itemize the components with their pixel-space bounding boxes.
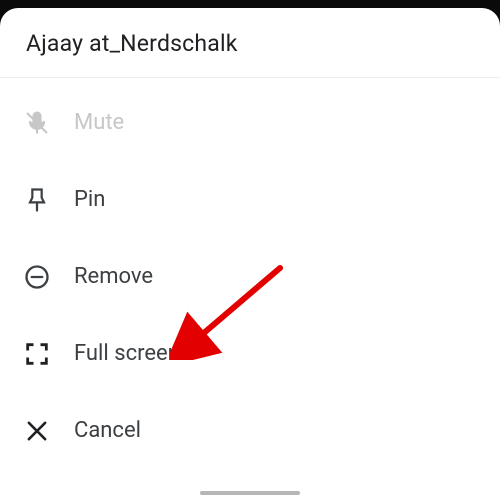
sheet-header: Ajaay at_Nerdschalk bbox=[0, 8, 500, 78]
mute-icon bbox=[22, 108, 52, 138]
pin-action[interactable]: Pin bbox=[0, 161, 500, 238]
pin-icon bbox=[22, 185, 52, 215]
mute-action: Mute bbox=[0, 84, 500, 161]
menu-item-label: Full screen bbox=[74, 341, 180, 366]
fullscreen-action[interactable]: Full screen bbox=[0, 315, 500, 392]
menu-item-label: Cancel bbox=[74, 418, 141, 443]
participant-name: Ajaay at_Nerdschalk bbox=[26, 30, 474, 57]
menu-item-label: Mute bbox=[74, 110, 124, 135]
remove-icon bbox=[22, 262, 52, 292]
fullscreen-icon bbox=[22, 339, 52, 369]
home-indicator bbox=[200, 491, 300, 495]
cancel-action[interactable]: Cancel bbox=[0, 392, 500, 469]
close-icon bbox=[22, 416, 52, 446]
menu-list: Mute Pin Remove bbox=[0, 78, 500, 469]
menu-item-label: Pin bbox=[74, 187, 105, 212]
menu-item-label: Remove bbox=[74, 264, 153, 289]
remove-action[interactable]: Remove bbox=[0, 238, 500, 315]
action-sheet: Ajaay at_Nerdschalk Mute bbox=[0, 8, 500, 500]
